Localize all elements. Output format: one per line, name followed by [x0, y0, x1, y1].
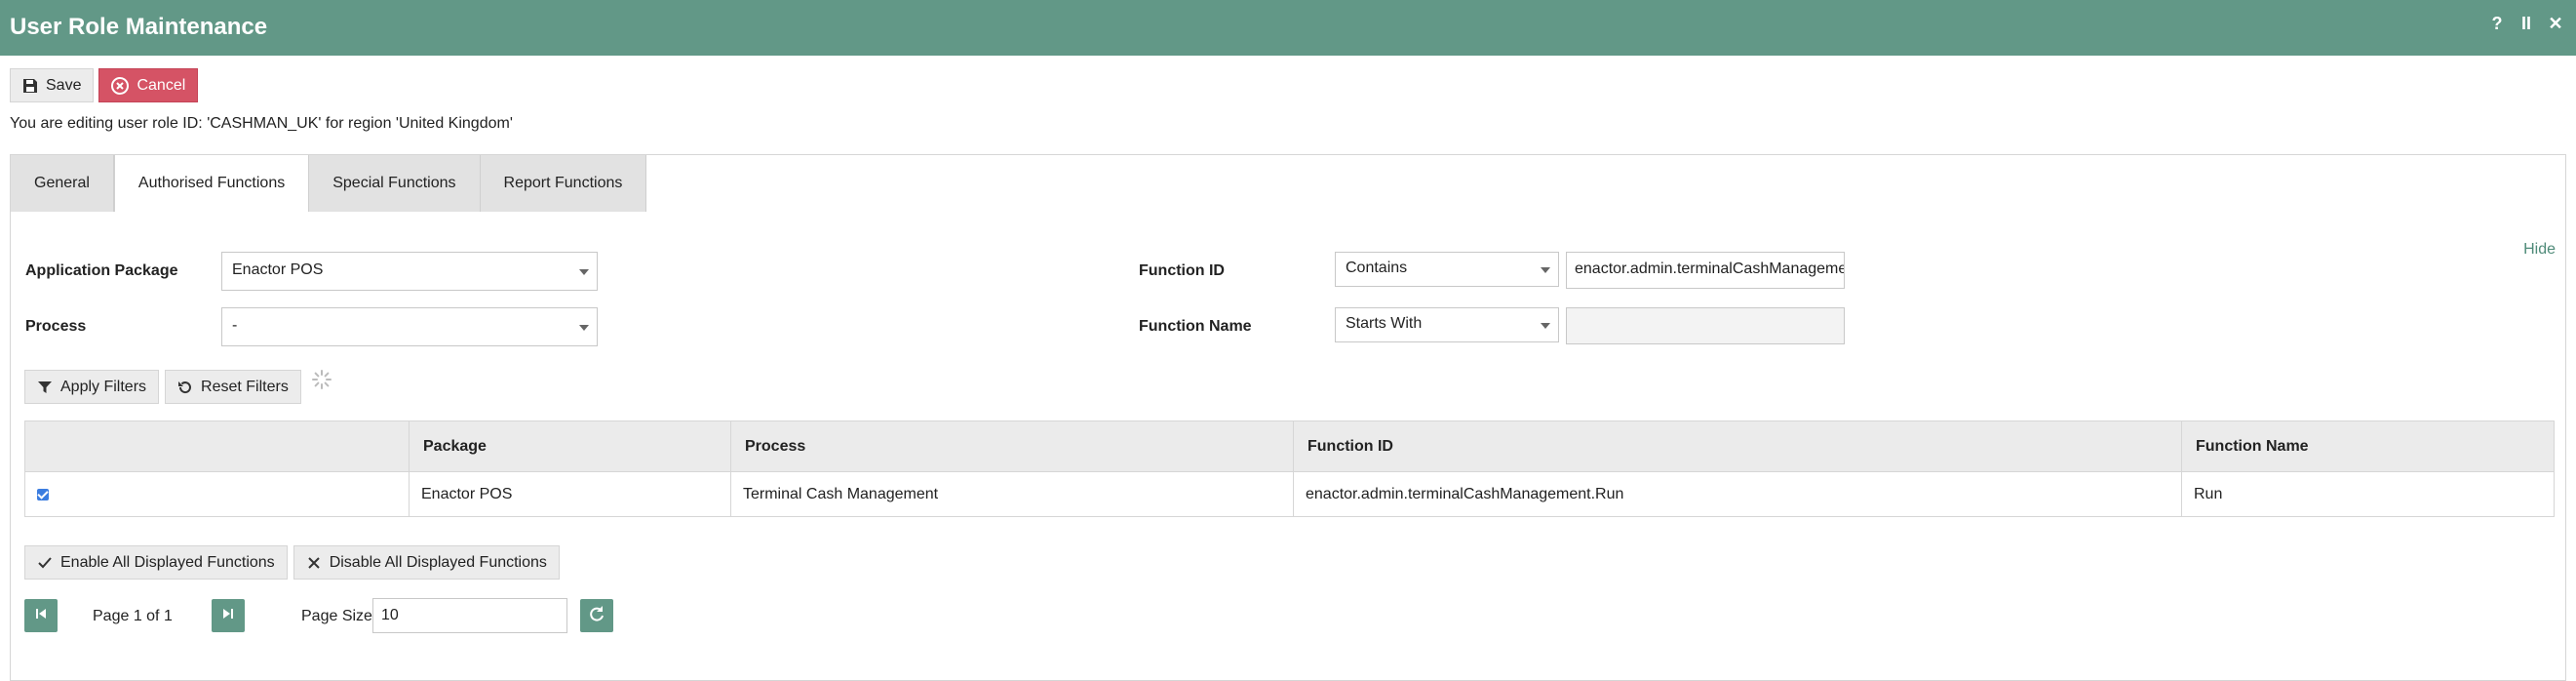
cancel-button[interactable]: Cancel	[98, 68, 199, 102]
last-page-icon	[221, 607, 235, 625]
column-header-function-name[interactable]: Function Name	[2181, 421, 2555, 472]
hide-filters-link[interactable]: Hide	[2523, 241, 2556, 259]
pause-icon[interactable]: II	[2512, 14, 2541, 34]
refresh-icon	[588, 605, 605, 627]
function-id-cell: enactor.admin.terminalCashManagement.Run	[1293, 471, 2182, 517]
apply-filters-label: Apply Filters	[60, 378, 147, 395]
page-size-label: Page Size	[301, 608, 372, 624]
tab-special-functions[interactable]: Special Functions	[309, 155, 481, 212]
application-package-value: Enactor POS	[232, 261, 324, 278]
loading-spinner-icon	[311, 369, 332, 395]
process-select[interactable]: -	[221, 307, 598, 346]
cancel-label: Cancel	[137, 76, 186, 94]
tab-report-functions[interactable]: Report Functions	[480, 155, 647, 212]
application-package-label: Application Package	[25, 262, 178, 279]
column-header-function-id[interactable]: Function ID	[1293, 421, 2182, 472]
enable-all-label: Enable All Displayed Functions	[60, 553, 275, 571]
reset-filters-button[interactable]: Reset Filters	[165, 370, 301, 404]
apply-filters-button[interactable]: Apply Filters	[24, 370, 160, 404]
process-label: Process	[25, 318, 87, 335]
help-icon[interactable]: ?	[2482, 14, 2512, 34]
first-page-icon	[34, 607, 48, 625]
column-header-process[interactable]: Process	[730, 421, 1294, 472]
chevron-down-icon	[579, 269, 589, 275]
close-icon[interactable]: ✕	[2541, 14, 2570, 34]
tab-bar: General Authorised Functions Special Fun…	[11, 155, 647, 212]
disable-all-label: Disable All Displayed Functions	[329, 553, 547, 571]
process-cell: Terminal Cash Management	[730, 471, 1294, 517]
check-icon	[37, 555, 53, 571]
chevron-down-icon	[1541, 267, 1550, 273]
disable-all-button[interactable]: Disable All Displayed Functions	[293, 545, 560, 580]
chevron-down-icon	[1541, 323, 1550, 329]
filter-actions: Apply Filters Reset Filters	[24, 370, 332, 404]
save-label: Save	[46, 76, 82, 94]
function-name-cell: Run	[2181, 471, 2555, 517]
function-id-operator-value: Contains	[1346, 260, 1408, 276]
tab-panel: General Authorised Functions Special Fun…	[10, 154, 2566, 681]
edit-info-text: You are editing user role ID: 'CASHMAN_U…	[10, 115, 513, 132]
function-id-operator-select[interactable]: Contains	[1335, 252, 1559, 287]
window-controls: ? II ✕	[2482, 14, 2570, 34]
x-icon	[306, 555, 322, 571]
bulk-actions: Enable All Displayed Functions Disable A…	[24, 545, 560, 580]
pager: Page 1 of 1 Page Size 10	[24, 598, 613, 634]
function-id-input[interactable]: enactor.admin.terminalCashManagement.Run	[1566, 252, 1845, 289]
table-row[interactable]: Enactor POS Terminal Cash Management ena…	[24, 471, 2555, 517]
enable-all-button[interactable]: Enable All Displayed Functions	[24, 545, 288, 580]
package-cell: Enactor POS	[409, 471, 731, 517]
window-title: User Role Maintenance	[10, 14, 268, 40]
column-header-select	[24, 421, 410, 472]
last-page-button[interactable]	[212, 599, 245, 632]
page-size-input[interactable]: 10	[372, 598, 567, 633]
application-package-select[interactable]: Enactor POS	[221, 252, 598, 291]
save-button[interactable]: Save	[10, 68, 95, 102]
filter-icon	[37, 380, 53, 395]
tab-authorised-functions[interactable]: Authorised Functions	[113, 155, 310, 212]
toolbar: Save Cancel	[10, 68, 199, 102]
column-header-package[interactable]: Package	[409, 421, 731, 472]
title-bar: User Role Maintenance ? II ✕	[0, 0, 2576, 56]
save-icon	[22, 78, 38, 94]
reset-icon	[177, 380, 193, 395]
chevron-down-icon	[579, 325, 589, 331]
function-name-operator-select[interactable]: Starts With	[1335, 307, 1559, 342]
function-name-operator-value: Starts With	[1346, 315, 1423, 332]
function-name-input[interactable]	[1566, 307, 1845, 344]
function-id-label: Function ID	[1139, 262, 1225, 279]
reset-filters-label: Reset Filters	[201, 378, 289, 395]
functions-table: Package Process Function ID Function Nam…	[24, 421, 2555, 517]
page-indicator: Page 1 of 1	[93, 608, 173, 624]
first-page-button[interactable]	[24, 599, 58, 632]
row-checkbox[interactable]	[37, 488, 49, 501]
function-name-label: Function Name	[1139, 318, 1252, 335]
cancel-icon	[111, 76, 130, 95]
refresh-button[interactable]	[580, 599, 613, 632]
row-select-cell	[24, 471, 410, 517]
process-value: -	[232, 317, 238, 334]
table-header-row: Package Process Function ID Function Nam…	[24, 421, 2555, 472]
tab-general[interactable]: General	[11, 155, 114, 212]
